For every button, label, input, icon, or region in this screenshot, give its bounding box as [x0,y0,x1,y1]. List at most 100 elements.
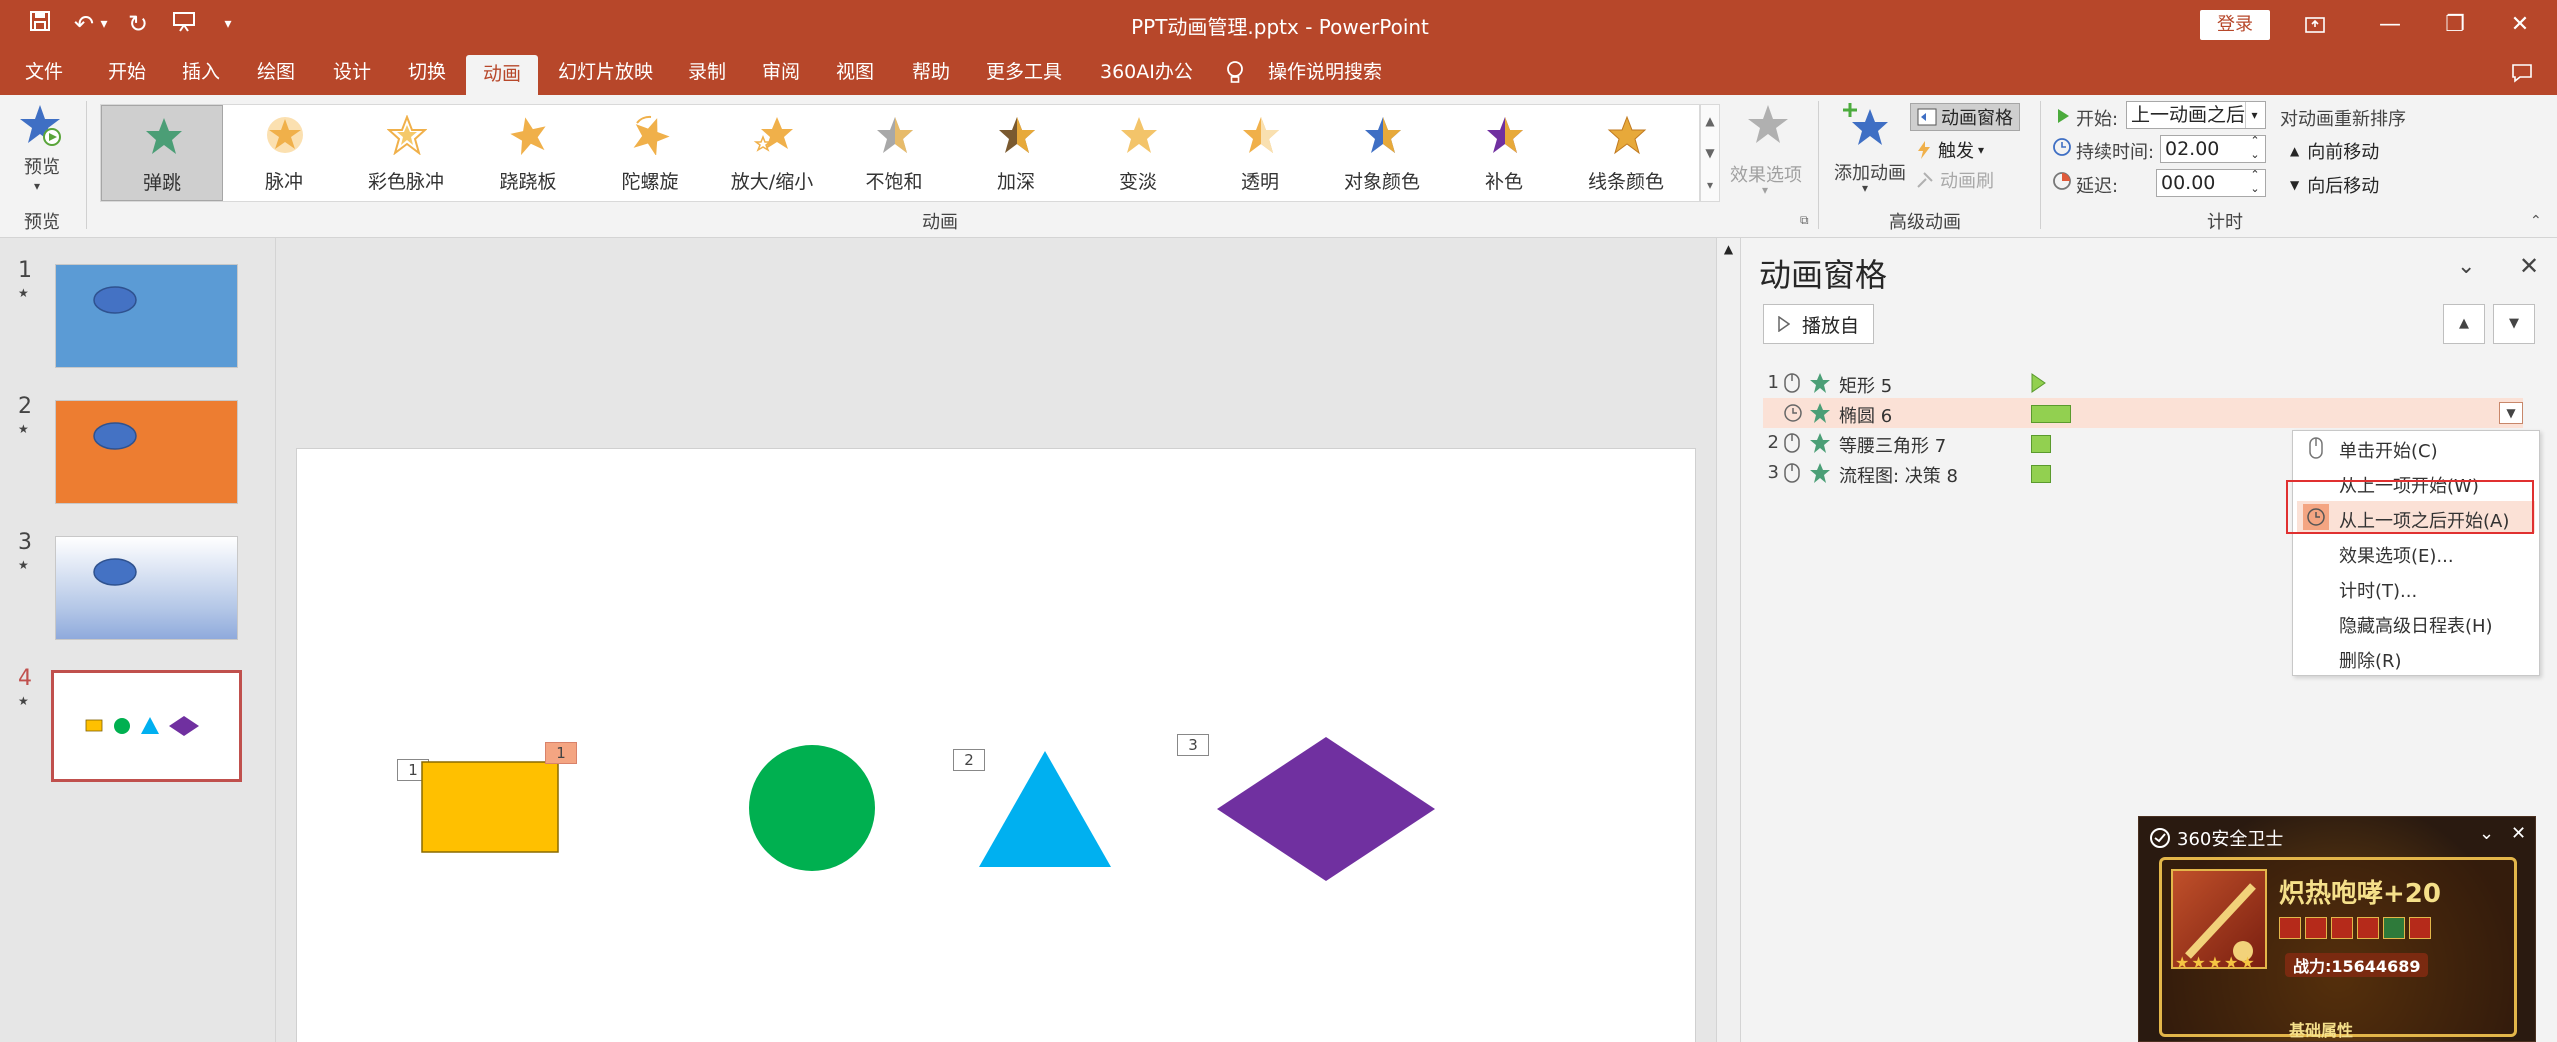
pane-options-icon[interactable]: ⌄ [2457,254,2475,279]
slide-thumbnail-2[interactable] [55,400,238,504]
row-order: 3 [1767,462,1779,483]
effect-transparency[interactable]: 透明 [1199,105,1321,201]
slide-thumbnail-4-selected[interactable] [51,670,242,782]
effect-lighten[interactable]: 变淡 [1077,105,1199,201]
play-from-button[interactable]: 播放自 [1763,304,1875,344]
undo-dropdown-icon[interactable]: ▾ [94,8,114,40]
effect-label: 彩色脉冲 [367,171,444,193]
trigger-button[interactable]: 触发 ▾ [1916,137,1984,163]
dialog-launcher-icon[interactable]: ⧉ [1800,213,1809,228]
tab-transitions[interactable]: 切换 [408,50,446,95]
start-on-click-item[interactable]: 单击开始(C) [2339,437,2438,463]
tab-review[interactable]: 审阅 [762,50,800,95]
timeline-bar[interactable] [2031,405,2071,423]
slide-thumbnail-1[interactable] [55,264,238,368]
slide-thumbnail-3[interactable] [55,536,238,640]
tell-me-search[interactable]: 操作说明搜索 [1268,50,1382,95]
play-icon [1778,316,1790,332]
tab-more-tools[interactable]: 更多工具 [986,50,1062,95]
effect-complementary-color[interactable]: 补色 [1443,105,1565,201]
triangle-shape[interactable] [977,749,1113,869]
down-triangle-icon: ▼ [2290,178,2300,192]
tab-animations[interactable]: 动画 [466,55,538,95]
scroll-up-icon[interactable]: ▲ [1717,242,1740,256]
animation-row[interactable]: 1 矩形 5 [1763,368,2523,398]
tab-view[interactable]: 视图 [836,50,874,95]
move-up-button[interactable]: ▲ [2443,304,2485,344]
duration-spinner[interactable]: ⌃ ⌄ [2247,134,2263,162]
effect-spin[interactable]: 陀螺旋 [589,105,711,201]
tab-insert[interactable]: 插入 [182,50,220,95]
effect-darken[interactable]: 加深 [955,105,1077,201]
animation-pane-label: 动画窗格 [1941,108,2013,129]
delay-spinner[interactable]: ⌃ ⌄ [2247,168,2263,196]
animation-tag[interactable]: 3 [1177,734,1209,756]
hide-timeline-item[interactable]: 隐藏高级日程表(H) [2339,612,2493,638]
effect-grow-shrink[interactable]: 放大/缩小 [711,105,833,201]
tab-360ai[interactable]: 360AI办公 [1100,50,1193,95]
login-button[interactable]: 登录 [2200,10,2270,40]
animation-painter-button[interactable]: 动画刷 [1916,167,1994,193]
effect-options-button[interactable]: 效果选项 ▾ [1728,103,1808,203]
oval-shape [93,558,137,586]
gallery-up-icon[interactable]: ▲ [1701,105,1719,137]
separator [1818,101,1819,229]
ad-popup-360: 360安全卫士 ⌄ ✕ 炽热咆哮+20 ★★★★★ 战力:15644689 基础… [2138,816,2536,1042]
duration-input[interactable]: 02.00 ⌃ ⌄ [2160,134,2266,163]
effect-pulse[interactable]: 脉冲 [223,105,345,201]
row-dropdown-button[interactable]: ▼ [2499,402,2523,424]
diamond-shape[interactable] [1215,735,1437,883]
comments-icon[interactable] [2510,50,2534,95]
customize-qat-icon[interactable]: ▾ [210,8,246,40]
tab-help[interactable]: 帮助 [912,50,950,95]
preview-dropdown-icon: ▾ [34,179,41,193]
delay-input[interactable]: 00.00 ⌃ ⌄ [2156,168,2266,197]
tab-file[interactable]: 文件 [25,50,63,95]
rectangle-shape[interactable] [421,761,561,855]
save-icon[interactable] [22,8,58,40]
tab-record[interactable]: 录制 [688,50,726,95]
preview-button[interactable]: 预览 ▾ [18,103,68,203]
timing-item[interactable]: 计时(T)... [2339,577,2417,603]
present-icon[interactable] [166,8,202,40]
tab-slideshow[interactable]: 幻灯片放映 [558,50,653,95]
rating-stars-icon: ★★★★★ [2175,953,2257,972]
start-dropdown-icon[interactable]: ▾ [2245,102,2263,128]
pane-close-icon[interactable]: ✕ [2519,252,2539,280]
tab-draw[interactable]: 绘图 [257,50,295,95]
move-down-button[interactable]: ▼ [2493,304,2535,344]
circle-shape[interactable] [747,743,877,873]
move-earlier-button[interactable]: ▲ 向前移动 [2290,138,2379,164]
close-icon[interactable]: ✕ [2480,0,2557,50]
remove-item[interactable]: 删除(R) [2339,647,2402,673]
gallery-down-icon[interactable]: ▼ [1701,137,1719,169]
editor-scrollbar[interactable]: ▲ [1716,238,1740,1042]
timeline-bar[interactable] [2031,435,2051,453]
effect-color-pulse[interactable]: 彩色脉冲 [345,105,467,201]
move-later-button[interactable]: ▼ 向后移动 [2290,172,2379,198]
oval-shape [93,422,137,450]
popup-close-icon[interactable]: ✕ [2511,823,2526,844]
reorder-label: 对动画重新排序 [2280,109,2406,130]
collapse-ribbon-icon[interactable]: ⌃ [2530,213,2542,229]
effect-desaturate[interactable]: 不饱和 [833,105,955,201]
effect-teeter[interactable]: 跷跷板 [467,105,589,201]
popup-collapse-icon[interactable]: ⌄ [2479,823,2494,844]
start-select[interactable]: 上一动画之后 ▾ [2126,101,2266,129]
animation-tag-highlighted[interactable]: 1 [545,742,577,764]
animation-row-selected[interactable]: 椭圆 6 ▼ [1763,398,2523,428]
gallery-scroll[interactable]: ▲ ▼ ▾ [1700,104,1720,202]
effect-bounce[interactable]: 弹跳 [101,105,223,201]
effect-options-item[interactable]: 效果选项(E)... [2339,542,2454,568]
tab-home[interactable]: 开始 [108,50,146,95]
ribbon-display-icon[interactable] [2275,0,2355,50]
animation-pane-button[interactable]: 动画窗格 [1910,103,2020,131]
effect-line-color[interactable]: 线条颜色 [1565,105,1687,201]
timeline-bar[interactable] [2031,465,2051,483]
redo-icon[interactable]: ↻ [120,8,156,40]
gallery-more-icon[interactable]: ▾ [1701,169,1719,201]
add-animation-button[interactable]: 添加动画 ▾ [1830,101,1906,201]
tab-design[interactable]: 设计 [333,50,371,95]
animation-pane-icon [1917,108,1937,126]
effect-object-color[interactable]: 对象颜色 [1321,105,1443,201]
